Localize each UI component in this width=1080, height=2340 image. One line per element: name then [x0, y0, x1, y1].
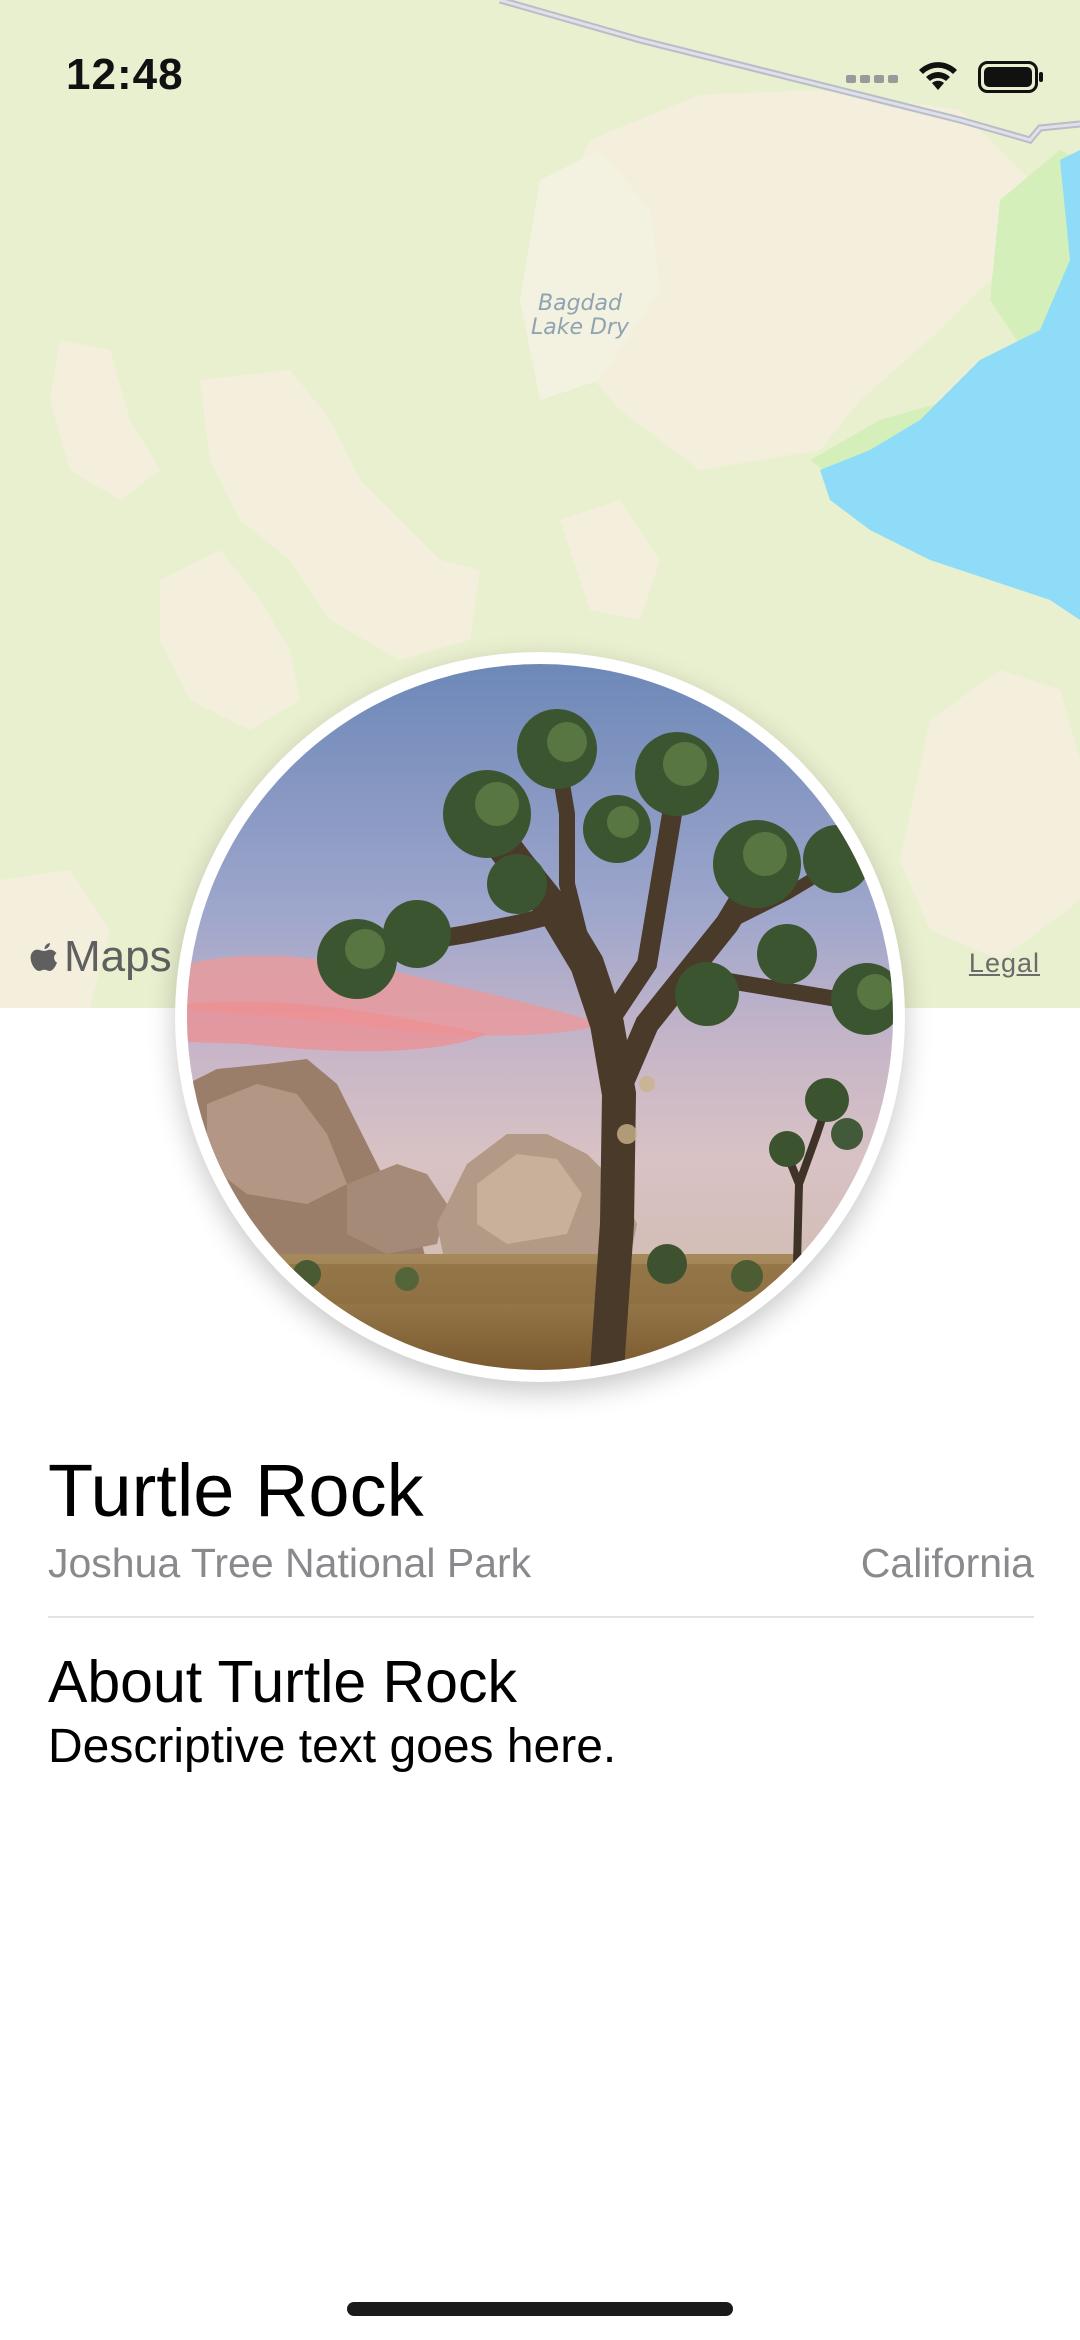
map-place-label: Bagdad Lake Dry: [530, 291, 629, 340]
status-bar: 12:48: [0, 0, 1080, 140]
landmark-detail-screen: Bagdad Lake Dry Maps Legal 12:48 Turtle …: [0, 0, 1080, 2340]
landmark-subtitle-row: Joshua Tree National Park California: [48, 1538, 1034, 1588]
landmark-title: Turtle Rock: [48, 1449, 424, 1532]
state-name: California: [860, 1540, 1034, 1586]
landmark-details: Turtle Rock Joshua Tree National Park Ca…: [48, 1448, 1034, 1776]
battery-icon: [978, 60, 1044, 94]
wifi-icon: [916, 60, 960, 94]
status-icons: [846, 60, 1044, 94]
apple-logo-icon: [28, 937, 60, 977]
landmark-image-frame: [175, 652, 905, 1382]
divider: [48, 1616, 1034, 1618]
park-name: Joshua Tree National Park: [48, 1540, 532, 1586]
legal-link[interactable]: Legal: [969, 948, 1040, 979]
landmark-photo: [187, 664, 893, 1370]
about-description: Descriptive text goes here.: [48, 1720, 617, 1773]
status-time: 12:48: [66, 50, 184, 99]
cellular-signal-icon: [846, 69, 898, 85]
about-heading: About Turtle Rock: [48, 1649, 517, 1715]
home-indicator[interactable]: [347, 2302, 733, 2316]
maps-attribution-logo: Maps: [28, 932, 172, 982]
joshua-tree-photo: [187, 664, 893, 1370]
maps-attribution-text: Maps: [64, 932, 172, 981]
